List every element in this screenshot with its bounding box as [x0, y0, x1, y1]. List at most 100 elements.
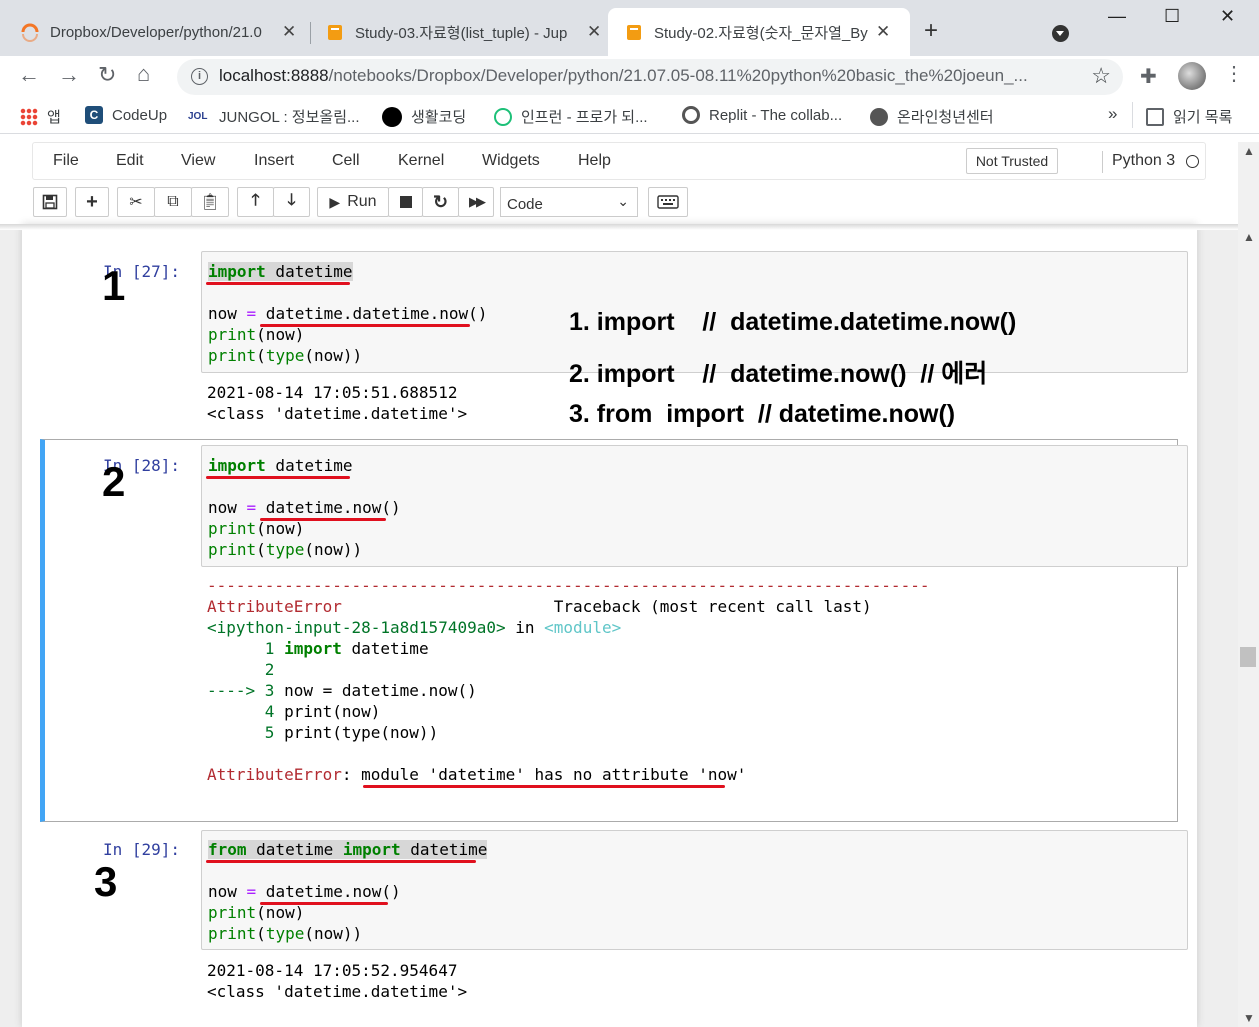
menu-edit[interactable]: Edit — [116, 152, 144, 170]
stop-icon[interactable] — [388, 187, 423, 217]
bookmark-jungol[interactable]: JOL JUNGOL : 정보올림... — [188, 106, 360, 127]
menu-kernel[interactable]: Kernel — [398, 152, 444, 170]
home-icon[interactable]: ⌂ — [137, 61, 150, 87]
menu-view[interactable]: View — [181, 152, 215, 170]
replit-icon — [682, 106, 700, 124]
tab-title: Study-02.자료형(숫자_문자열_By — [654, 24, 868, 42]
browser-tab-2[interactable]: Study-03.자료형(list_tuple) - Jup ✕ — [325, 8, 601, 56]
cell-input[interactable]: import datetime now = datetime.now() pri… — [201, 445, 1188, 567]
trust-button[interactable]: Not Trusted — [966, 148, 1058, 174]
red-underline — [260, 902, 388, 905]
jungol-icon: JOL — [188, 110, 208, 122]
add-cell-icon[interactable]: + — [75, 187, 109, 217]
red-underline — [206, 476, 350, 479]
paste-icon[interactable]: 📋︎ — [191, 187, 229, 217]
bookmark-label: JUNGOL : 정보올림... — [219, 109, 360, 126]
bookmark-youth-center[interactable]: 온라인청년센터 — [870, 106, 994, 127]
final-error-message: module 'datetime' has no attribute 'now' — [361, 765, 747, 784]
cell-input[interactable]: from datetime import datetime now = date… — [201, 830, 1188, 950]
menu-cell[interactable]: Cell — [332, 152, 360, 170]
jupyter-menubar: File Edit View Insert Cell Kernel Widget… — [32, 142, 1206, 180]
cell-type-select[interactable]: Code ⌄ — [500, 187, 638, 217]
apps-grid-icon — [20, 107, 38, 126]
bookmarks-overflow[interactable]: » — [1108, 104, 1117, 124]
output-line: 2021-08-14 17:05:51.688512 — [207, 383, 458, 402]
run-button[interactable]: ▶ Run — [317, 187, 389, 217]
tab-title: Dropbox/Developer/python/21.0 — [50, 23, 262, 41]
close-window-button[interactable]: ✕ — [1220, 6, 1235, 27]
code-text: import datetime now = datetime.now() pri… — [208, 456, 401, 559]
bookmark-label: 앱 — [47, 109, 61, 126]
tab-title: Study-03.자료형(list_tuple) - Jup — [355, 24, 568, 42]
inflearn-icon — [494, 107, 512, 126]
extensions-puzzle-icon[interactable]: ✚ — [1140, 64, 1157, 89]
red-underline — [260, 518, 386, 521]
minimize-button[interactable]: — — [1108, 6, 1126, 27]
red-underline — [260, 324, 470, 327]
copy-icon[interactable]: ⧉ — [154, 187, 192, 217]
menu-file[interactable]: File — [53, 152, 79, 170]
scrollbar-thumb[interactable] — [1240, 647, 1256, 667]
restart-icon[interactable]: ↻ — [422, 187, 459, 217]
black-circle-icon — [382, 106, 402, 127]
close-tab-icon[interactable]: ✕ — [587, 22, 601, 42]
annotation-line-3: 3. from import // datetime.now() — [569, 400, 956, 428]
notebook-container: In [27]: 1 import datetime now = datetim… — [22, 224, 1197, 1027]
traceback-header: Traceback (most recent call last) — [553, 597, 872, 616]
close-tab-icon[interactable]: ✕ — [876, 22, 890, 42]
reading-list[interactable]: 읽기 목록 — [1146, 106, 1232, 127]
reload-icon[interactable]: ↻ — [98, 62, 116, 88]
output-line: 2021-08-14 17:05:52.954647 — [207, 961, 458, 980]
red-underline — [363, 785, 725, 788]
profile-avatar[interactable] — [1178, 62, 1206, 90]
browser-tab-3-active[interactable]: Study-02.자료형(숫자_문자열_By ✕ — [608, 8, 910, 56]
bookmark-codeup[interactable]: C CodeUp — [85, 106, 167, 124]
maximize-button[interactable]: ☐ — [1164, 6, 1180, 27]
bookmark-label: 생활코딩 — [411, 109, 467, 126]
bookmarks-bar: 앱 C CodeUp JOL JUNGOL : 정보올림... 생활코딩 인프런… — [0, 98, 1259, 134]
bookmark-label: Replit - The collab... — [709, 106, 843, 124]
move-up-icon[interactable]: 🡑 — [237, 187, 274, 217]
save-icon[interactable] — [33, 187, 67, 217]
cell-prompt: In [29]: — [102, 840, 180, 859]
bookmark-apps[interactable]: 앱 — [20, 106, 61, 127]
vertical-scrollbar[interactable]: ▲ ▲ ▼ — [1238, 142, 1259, 1027]
annotation-line-2: 2. import // datetime.now() // 에러 — [569, 360, 988, 388]
move-down-icon[interactable]: 🡓 — [273, 187, 310, 217]
reading-list-icon — [1146, 107, 1164, 126]
menu-widgets[interactable]: Widgets — [482, 152, 540, 170]
bookmark-star-icon[interactable]: ☆ — [1091, 63, 1111, 89]
back-arrow-icon[interactable]: ← — [18, 62, 40, 88]
more-menu-icon[interactable]: ⋮ — [1224, 62, 1244, 86]
codeup-icon: C — [85, 106, 103, 124]
new-tab-button[interactable]: + — [924, 18, 938, 44]
menu-help[interactable]: Help — [578, 152, 611, 170]
bookmark-inflearn[interactable]: 인프런 - 프로가 되... — [494, 106, 648, 127]
tab-search-icon[interactable] — [1052, 25, 1069, 42]
address-bar[interactable]: i localhost:8888/notebooks/Dropbox/Devel… — [177, 59, 1123, 95]
input-reference: <ipython-input-28-1a8d157409a0> — [207, 618, 506, 637]
url-path: /notebooks/Dropbox/Developer/python/21.0… — [328, 66, 1028, 85]
cut-icon[interactable]: ✂ — [117, 187, 155, 217]
output-line: <class 'datetime.datetime'> — [207, 404, 468, 423]
browser-tab-1[interactable]: Dropbox/Developer/python/21.0 ✕ — [20, 8, 296, 56]
close-tab-icon[interactable]: ✕ — [282, 22, 296, 42]
code-cell-28[interactable]: In [28]: 2 import datetime now = datetim… — [40, 439, 1188, 822]
info-icon[interactable]: i — [191, 68, 208, 85]
scroll-down-icon[interactable]: ▼ — [1243, 1011, 1255, 1025]
scroll-up-icon[interactable]: ▲ — [1243, 144, 1255, 158]
output-line: <class 'datetime.datetime'> — [207, 982, 468, 1001]
play-icon: ▶ — [329, 193, 341, 210]
chevron-down-icon: ⌄ — [617, 193, 629, 209]
forward-arrow-icon[interactable]: → — [58, 62, 80, 88]
cell-type-value: Code — [507, 196, 543, 213]
menu-insert[interactable]: Insert — [254, 152, 294, 170]
notebook-book-icon — [627, 25, 641, 40]
scroll-up-icon[interactable]: ▲ — [1243, 230, 1255, 244]
keyboard-icon[interactable] — [648, 187, 688, 217]
annotation-number: 2 — [102, 458, 126, 505]
code-cell-29[interactable]: In [29]: 3 from datetime import datetime… — [40, 824, 1188, 1024]
fast-forward-icon[interactable]: ▶▶ — [458, 187, 494, 217]
bookmark-saenghwalcoding[interactable]: 생활코딩 — [382, 106, 466, 127]
bookmark-replit[interactable]: Replit - The collab... — [682, 106, 842, 124]
